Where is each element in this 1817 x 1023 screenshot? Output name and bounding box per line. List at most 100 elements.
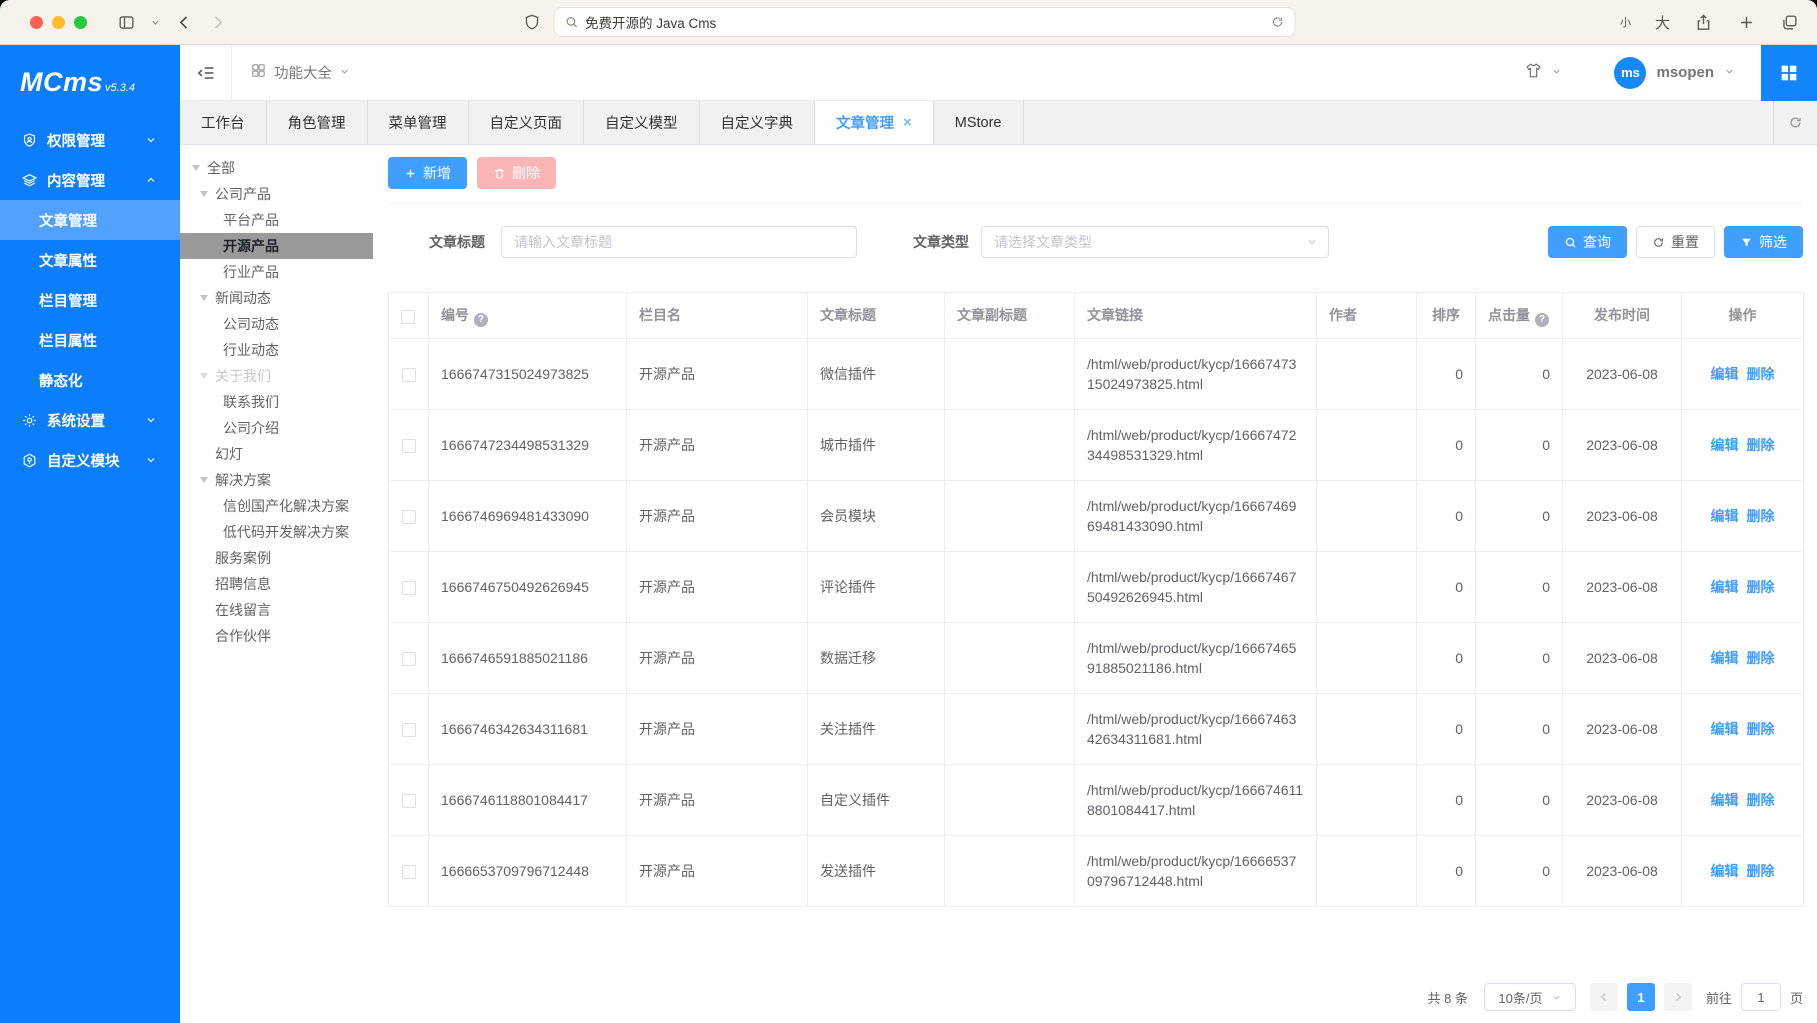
- tree-item-关于我们[interactable]: 关于我们: [180, 363, 373, 389]
- select-all-checkbox[interactable]: [401, 310, 415, 324]
- row-checkbox[interactable]: [402, 368, 416, 382]
- text-larger-button[interactable]: 大: [1655, 12, 1670, 33]
- delete-link[interactable]: 删除: [1747, 863, 1775, 879]
- forward-icon[interactable]: [208, 13, 227, 32]
- sidebar-subitem-栏目管理[interactable]: 栏目管理: [0, 280, 180, 320]
- edit-link[interactable]: 编辑: [1711, 366, 1739, 382]
- tree-item-服务案例[interactable]: 服务案例: [180, 545, 373, 571]
- tree-item-行业动态[interactable]: 行业动态: [180, 337, 373, 363]
- tree-item-合作伙伴[interactable]: 合作伙伴: [180, 623, 373, 649]
- refresh-tabs-icon[interactable]: [1773, 101, 1817, 144]
- browser-sidebar-toggle-icon[interactable]: [117, 13, 136, 32]
- feature-menu-dropdown[interactable]: 功能大全: [232, 62, 368, 83]
- sidebar-chevron-icon[interactable]: [150, 17, 161, 28]
- tree-item-招聘信息[interactable]: 招聘信息: [180, 571, 373, 597]
- sidebar-subitem-栏目属性[interactable]: 栏目属性: [0, 320, 180, 360]
- new-tab-icon[interactable]: [1737, 13, 1756, 32]
- search-button[interactable]: 查询: [1548, 226, 1627, 258]
- delete-link[interactable]: 删除: [1747, 508, 1775, 524]
- type-filter-select[interactable]: 请选择文章类型: [981, 226, 1329, 258]
- theme-dropdown[interactable]: [1524, 61, 1562, 85]
- row-checkbox[interactable]: [402, 510, 416, 524]
- tree-item-解决方案[interactable]: 解决方案: [180, 467, 373, 493]
- edit-link[interactable]: 编辑: [1711, 650, 1739, 666]
- tree-item-开源产品[interactable]: 开源产品: [180, 233, 373, 259]
- tree-item-低代码开发解决方案[interactable]: 低代码开发解决方案: [180, 519, 373, 545]
- tree-expand-icon[interactable]: [200, 295, 208, 301]
- next-page-icon[interactable]: [1664, 983, 1692, 1011]
- edit-link[interactable]: 编辑: [1711, 792, 1739, 808]
- close-window-button[interactable]: [30, 16, 43, 29]
- tree-item-行业产品[interactable]: 行业产品: [180, 259, 373, 285]
- sidebar-subitem-静态化[interactable]: 静态化: [0, 360, 180, 400]
- tab-菜单管理[interactable]: 菜单管理: [368, 101, 469, 144]
- page-number[interactable]: 1: [1627, 983, 1655, 1011]
- tree-item-公司动态[interactable]: 公司动态: [180, 311, 373, 337]
- tree-item-平台产品[interactable]: 平台产品: [180, 207, 373, 233]
- fullscreen-window-button[interactable]: [74, 16, 87, 29]
- privacy-shield-icon[interactable]: [522, 13, 541, 32]
- delete-button[interactable]: 删除: [477, 157, 556, 189]
- sidebar-subitem-文章管理[interactable]: 文章管理: [0, 200, 180, 240]
- tab-工作台[interactable]: 工作台: [180, 101, 267, 144]
- tree-expand-icon[interactable]: [192, 165, 200, 171]
- tree-item-公司介绍[interactable]: 公司介绍: [180, 415, 373, 441]
- delete-link[interactable]: 删除: [1747, 579, 1775, 595]
- sidebar-item-内容管理[interactable]: 内容管理: [0, 160, 180, 200]
- edit-link[interactable]: 编辑: [1711, 508, 1739, 524]
- text-smaller-button[interactable]: 小: [1620, 14, 1631, 30]
- page-size-select[interactable]: 10条/页: [1484, 983, 1576, 1011]
- back-icon[interactable]: [175, 13, 194, 32]
- filter-button[interactable]: 筛选: [1724, 226, 1803, 258]
- tree-item-在线留言[interactable]: 在线留言: [180, 597, 373, 623]
- goto-page-input[interactable]: [1741, 983, 1781, 1011]
- tab-overview-icon[interactable]: [1780, 13, 1799, 32]
- tree-item-幻灯[interactable]: 幻灯: [180, 441, 373, 467]
- row-checkbox[interactable]: [402, 439, 416, 453]
- tree-item-新闻动态[interactable]: 新闻动态: [180, 285, 373, 311]
- tree-expand-icon[interactable]: [200, 477, 208, 483]
- edit-link[interactable]: 编辑: [1711, 863, 1739, 879]
- sidebar-item-自定义模块[interactable]: 自定义模块: [0, 440, 180, 480]
- tree-item-公司产品[interactable]: 公司产品: [180, 181, 373, 207]
- tab-MStore[interactable]: MStore: [934, 101, 1024, 144]
- row-checkbox[interactable]: [402, 794, 416, 808]
- share-icon[interactable]: [1694, 13, 1713, 32]
- apps-grid-button[interactable]: [1761, 45, 1817, 101]
- tree-expand-icon[interactable]: [200, 373, 208, 379]
- sidebar-subitem-文章属性[interactable]: 文章属性: [0, 240, 180, 280]
- add-button[interactable]: 新增: [388, 157, 467, 189]
- user-dropdown[interactable]: ms msopen: [1614, 57, 1735, 89]
- menu-fold-icon[interactable]: [180, 45, 232, 100]
- tree-item-联系我们[interactable]: 联系我们: [180, 389, 373, 415]
- close-tab-icon[interactable]: ×: [903, 115, 912, 130]
- delete-link[interactable]: 删除: [1747, 792, 1775, 808]
- sidebar-item-系统设置[interactable]: 系统设置: [0, 400, 180, 440]
- reload-icon[interactable]: [1270, 15, 1284, 29]
- tab-自定义模型[interactable]: 自定义模型: [584, 101, 700, 144]
- prev-page-icon[interactable]: [1590, 983, 1618, 1011]
- reset-button[interactable]: 重置: [1636, 226, 1715, 258]
- edit-link[interactable]: 编辑: [1711, 579, 1739, 595]
- delete-link[interactable]: 删除: [1747, 437, 1775, 453]
- tree-expand-icon[interactable]: [200, 191, 208, 197]
- help-icon[interactable]: ?: [474, 313, 488, 327]
- minimize-window-button[interactable]: [52, 16, 65, 29]
- tree-item-信创国产化解决方案[interactable]: 信创国产化解决方案: [180, 493, 373, 519]
- delete-link[interactable]: 删除: [1747, 650, 1775, 666]
- sidebar-item-权限管理[interactable]: 权限管理: [0, 120, 180, 160]
- edit-link[interactable]: 编辑: [1711, 437, 1739, 453]
- row-checkbox[interactable]: [402, 581, 416, 595]
- tab-文章管理[interactable]: 文章管理×: [815, 101, 934, 144]
- title-filter-input[interactable]: [501, 226, 857, 258]
- address-bar[interactable]: 免费开源的 Java Cms: [553, 7, 1295, 37]
- tab-角色管理[interactable]: 角色管理: [267, 101, 368, 144]
- delete-link[interactable]: 删除: [1747, 366, 1775, 382]
- row-checkbox[interactable]: [402, 652, 416, 666]
- tree-item-全部[interactable]: 全部: [180, 155, 373, 181]
- tab-自定义页面[interactable]: 自定义页面: [469, 101, 585, 144]
- tab-自定义字典[interactable]: 自定义字典: [700, 101, 816, 144]
- edit-link[interactable]: 编辑: [1711, 721, 1739, 737]
- help-icon[interactable]: ?: [1535, 313, 1549, 327]
- delete-link[interactable]: 删除: [1747, 721, 1775, 737]
